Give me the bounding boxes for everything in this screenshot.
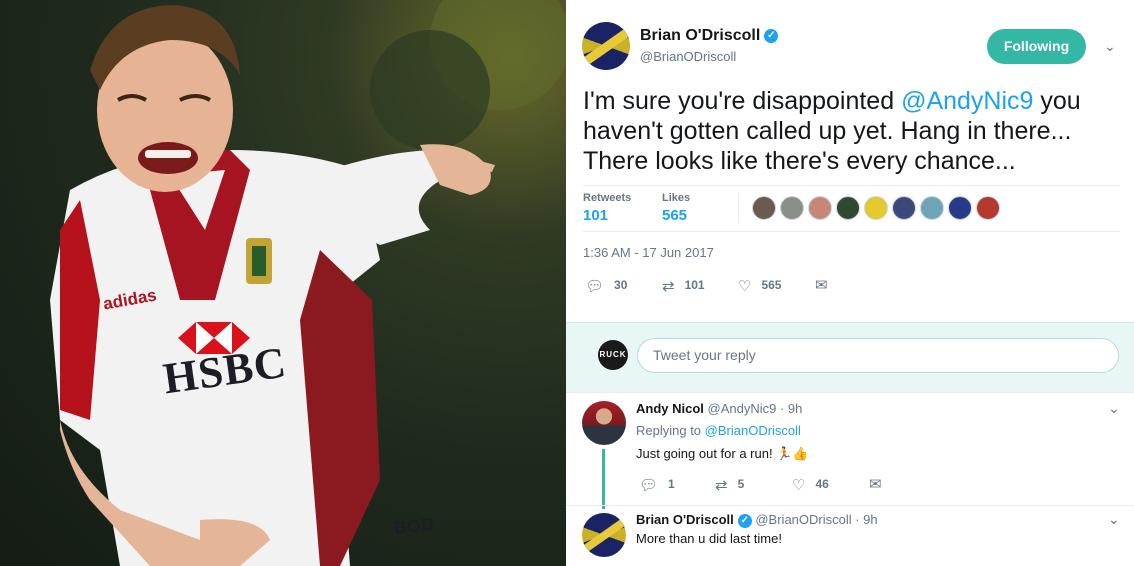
current-user-avatar[interactable]: RUCK: [598, 340, 628, 370]
retweet-icon: ⇄: [662, 278, 675, 295]
collage-divider: [566, 0, 570, 566]
reply-author[interactable]: Andy Nicol @AndyNic9 · 9h: [636, 401, 802, 416]
following-button[interactable]: Following: [987, 29, 1086, 64]
verified-badge-icon: ✓: [764, 28, 779, 43]
like-action[interactable]: ♡ 565: [738, 277, 781, 295]
retweet-action[interactable]: ⇄ 101: [662, 277, 705, 295]
chevron-down-icon[interactable]: ⌄: [1108, 400, 1120, 417]
liker-avatar[interactable]: [976, 196, 1000, 220]
reply-action[interactable]: 💬︎ 1: [639, 476, 675, 494]
stats-divider-top: [583, 185, 1120, 186]
reply-divider: [566, 505, 1134, 506]
reply-text: More than u did last time!: [636, 531, 782, 546]
replier-avatar[interactable]: [582, 513, 626, 557]
replier-avatar[interactable]: [582, 401, 626, 445]
tweet-text: I'm sure you're disappointed @AndyNic9 y…: [583, 87, 1081, 175]
player-illustration: [50, 0, 566, 566]
liker-avatar[interactable]: [920, 196, 944, 220]
replying-to: Replying to @BrianODriscoll: [636, 423, 801, 438]
author-avatar[interactable]: [582, 22, 630, 70]
retweets-count[interactable]: 101: [583, 207, 608, 224]
tweet-reply-input[interactable]: Tweet your reply: [637, 338, 1119, 373]
author-name[interactable]: Brian O'Driscoll ✓: [640, 27, 779, 45]
shorts-initials: BOD: [393, 513, 435, 539]
reply-author[interactable]: Brian O'Driscoll ✓ @BrianODriscoll · 9h: [636, 512, 878, 528]
reply-action[interactable]: 💬︎ 30: [585, 277, 627, 295]
liker-avatar[interactable]: [836, 196, 860, 220]
liker-avatar[interactable]: [948, 196, 972, 220]
liker-avatar[interactable]: [780, 196, 804, 220]
direct-message-action[interactable]: ✉: [869, 475, 892, 493]
likes-count[interactable]: 565: [662, 207, 687, 224]
liker-avatar[interactable]: [808, 196, 832, 220]
envelope-icon: ✉: [869, 476, 882, 493]
envelope-icon: ✉: [815, 277, 828, 294]
reply-divider: [566, 392, 1134, 393]
like-action[interactable]: ♡ 46: [792, 476, 829, 494]
thread-connector: [602, 449, 605, 509]
direct-message-action[interactable]: ✉: [815, 276, 838, 294]
chevron-down-icon[interactable]: ⌄: [1104, 38, 1116, 55]
reply-icon: 💬︎: [639, 477, 659, 494]
likes-label[interactable]: Likes: [662, 192, 690, 204]
rugby-player-photo: adidas HSBC BOD: [0, 0, 566, 566]
liker-avatar[interactable]: [864, 196, 888, 220]
tweet-timestamp[interactable]: 1:36 AM - 17 Jun 2017: [583, 245, 714, 260]
author-handle[interactable]: @BrianODriscoll: [640, 49, 736, 64]
mention-link[interactable]: @AndyNic9: [901, 87, 1033, 115]
liker-avatars[interactable]: [752, 196, 1004, 220]
stats-separator: [738, 193, 739, 223]
liker-avatar[interactable]: [892, 196, 916, 220]
stats-divider-bottom: [583, 231, 1120, 232]
heart-icon: ♡: [792, 477, 806, 494]
reply-icon: 💬︎: [585, 278, 605, 295]
liker-avatar[interactable]: [752, 196, 776, 220]
verified-badge-icon: ✓: [737, 513, 752, 528]
retweet-action[interactable]: ⇄ 5: [715, 476, 744, 494]
retweet-icon: ⇄: [715, 477, 728, 494]
heart-icon: ♡: [738, 278, 752, 295]
reply-text: Just going out for a run! 🏃👍: [636, 446, 809, 461]
chevron-down-icon[interactable]: ⌄: [1108, 511, 1120, 528]
retweets-label[interactable]: Retweets: [583, 192, 631, 204]
